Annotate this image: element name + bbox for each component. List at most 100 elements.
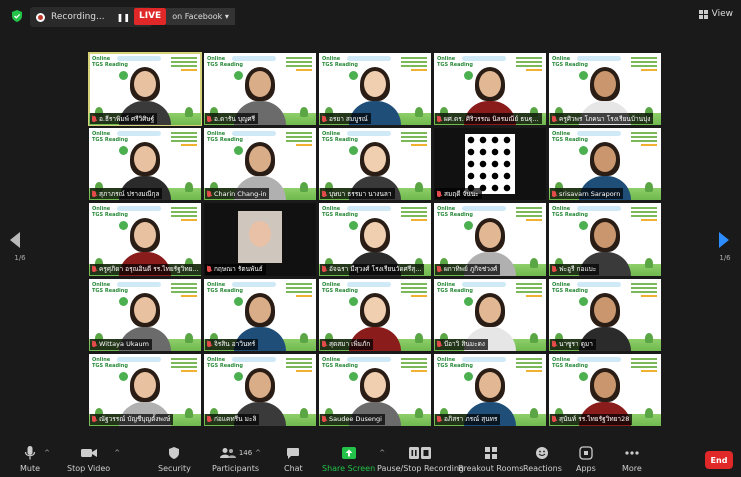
chat-label: Chat <box>284 464 303 473</box>
mute-button[interactable]: Mute ^ <box>20 445 50 473</box>
security-button[interactable]: Security <box>158 445 191 473</box>
virtual-background-text: Online TGS Reading <box>552 56 588 68</box>
page-indicator-left: 1/6 <box>14 254 26 262</box>
virtual-background-text: Online TGS Reading <box>207 131 243 144</box>
participant-tile[interactable]: Online TGS Reading สุภาภรณ์ ปรางมณีกุล <box>89 128 201 201</box>
share-screen-button[interactable]: Share Screen ^ <box>322 445 385 473</box>
participant-tile[interactable]: Online TGS Reading ก่อแคทรีน มะลิ <box>204 353 316 426</box>
live-target-dropdown[interactable]: on Facebook ▾ <box>166 8 235 25</box>
muted-mic-icon <box>552 115 556 122</box>
participant-name-label: อรยา สมบูรณ์ <box>320 113 371 125</box>
participant-tile[interactable]: Online TGS Reading สุนันท์ รร.ไทยรัฐวิทยา2… <box>549 353 661 426</box>
live-target-label: on Facebook <box>172 12 223 21</box>
background-tree <box>530 407 538 418</box>
participant-tile[interactable]: สมฤดี จันนะ <box>434 128 546 201</box>
apps-icon <box>579 446 593 460</box>
video-options-caret-icon[interactable]: ^ <box>114 449 120 457</box>
participants-button[interactable]: 146 Participants ^ <box>212 445 261 473</box>
participant-tile[interactable]: Online TGS Reading บีอาวิ สินมะดง <box>434 278 546 351</box>
arrow-left-icon <box>10 232 20 248</box>
end-meeting-button[interactable]: End <box>705 451 733 469</box>
virtual-background-text: Online TGS Reading <box>552 281 588 294</box>
participant-avatar <box>465 134 515 195</box>
participant-tile[interactable]: Online TGS Reading Wittaya Ukaum <box>89 278 201 351</box>
participant-tile[interactable]: Online TGS Reading ณัฐวรรณ์ บัญชีบุญตั้งพง… <box>89 353 201 426</box>
virtual-background-text: Online TGS Reading <box>322 56 358 68</box>
background-tree <box>415 107 423 118</box>
apps-button[interactable]: Apps <box>576 445 596 473</box>
shield-icon[interactable] <box>10 9 24 23</box>
chat-button[interactable]: Chat <box>284 445 303 473</box>
grid-view-icon <box>698 9 708 19</box>
participant-name-label: ณัฐวรรณ์ บัญชีบุญตั้งพงษ์ <box>90 413 174 425</box>
previous-page-button[interactable]: 1/6 <box>10 232 30 262</box>
participants-label: Participants <box>212 464 259 473</box>
muted-mic-icon <box>552 266 556 273</box>
background-graphic <box>171 132 197 154</box>
background-graphic <box>516 57 542 79</box>
stop-video-label: Stop Video <box>67 464 111 473</box>
pause-recording-button[interactable]: ❚❚ <box>117 13 130 22</box>
mute-options-caret-icon[interactable]: ^ <box>44 449 50 457</box>
background-graphic <box>286 357 312 380</box>
participant-tile[interactable]: Online TGS Reading ผศ.ดร. ศิริวรรณ นิลรมณี… <box>434 53 546 126</box>
stop-video-button[interactable]: Stop Video ^ <box>67 445 120 473</box>
smiley-icon <box>536 447 549 459</box>
muted-mic-icon <box>322 416 326 423</box>
virtual-background-text: Online TGS Reading <box>207 356 243 369</box>
participant-name-label: ฟะอูรี กอแบะ <box>550 263 600 275</box>
participant-name-label: สุภาภรณ์ ปรางมณีกุล <box>90 188 163 200</box>
live-stream-indicator[interactable]: LIVE on Facebook ▾ <box>134 8 235 25</box>
participant-tile[interactable]: Online TGS Reading ฟะอูรี กอแบะ <box>549 203 661 276</box>
participant-tile[interactable]: Online TGS Reading ครูศิวพร โภคนา โรงเรียน… <box>549 53 661 126</box>
participant-tile[interactable]: Online TGS Reading Charin Chang-in <box>204 128 316 201</box>
participant-name-label: ก่อแคทรีน มะลิ <box>205 413 260 425</box>
background-graphic <box>171 282 197 305</box>
live-badge: LIVE <box>134 8 167 25</box>
security-shield-icon <box>169 447 180 459</box>
participant-tile[interactable]: กฤษณา รัตนพันธ์ <box>204 203 316 276</box>
background-graphic <box>516 357 542 380</box>
video-camera-icon <box>80 449 97 457</box>
reactions-button[interactable]: Reactions <box>523 445 562 473</box>
participant-tile[interactable]: Online TGS Reading นาซูรา ดูมา <box>549 278 661 351</box>
participant-tile[interactable]: Online TGS Reading อรยา สมบูรณ์ <box>319 53 431 126</box>
more-dots-icon <box>625 451 639 455</box>
participant-tile[interactable]: Online TGS Reading ครูศุภิดา อรุณอินดี รร.… <box>89 203 201 276</box>
view-label: View <box>711 9 733 19</box>
background-tree <box>185 332 193 343</box>
participant-name-label: ครูศุภิดา อรุณอินดี รร.ไทยรัฐวิทย... <box>90 263 201 275</box>
participant-tile[interactable]: Online TGS Reading สุดสมา เพิ่มภัก <box>319 278 431 351</box>
participant-name-label: อัจฉรา มีสุวงศ์ โรงเรียนวัดศรีสุ... <box>320 263 425 275</box>
participant-tile[interactable]: Online TGS Reading จิรสิน อาวินทร์ <box>204 278 316 351</box>
participant-tile[interactable]: Online TGS Reading Saudee Dusengi <box>319 353 431 426</box>
pause-stop-recording-button[interactable]: Pause/Stop Recording <box>377 445 464 473</box>
participant-tile[interactable]: Online TGS Reading อ.ธีราพิมพ์ ศรีวิศิษฐ์ <box>88 51 202 127</box>
background-tree <box>300 407 308 418</box>
virtual-background-text: Online TGS Reading <box>207 56 243 68</box>
muted-mic-icon <box>437 341 441 348</box>
participant-photo <box>238 211 282 264</box>
virtual-background-text: Online TGS Reading <box>322 131 358 144</box>
background-graphic <box>516 282 542 305</box>
virtual-background-text: Online TGS Reading <box>322 356 358 369</box>
participant-tile[interactable]: Online TGS Reading อภิสรา ภรณ์ สุนทร <box>434 353 546 426</box>
participant-tile[interactable]: Online TGS Reading อ.ดารัน บุญศรี <box>204 53 316 126</box>
view-button[interactable]: View <box>698 9 733 19</box>
muted-mic-icon <box>437 266 441 273</box>
participant-name-label: ผกาทิพย์ ภูกิจช่วงศ์ <box>435 263 501 275</box>
virtual-background-text: Online TGS Reading <box>92 56 128 68</box>
next-page-button[interactable]: 1/6 <box>715 232 735 262</box>
background-tree <box>415 332 423 343</box>
gallery-view-grid: Online TGS Reading อ.ธีราพิมพ์ ศรีวิศิษฐ์ O… <box>88 51 661 426</box>
participants-caret-icon[interactable]: ^ <box>255 449 261 457</box>
more-button[interactable]: More <box>622 445 642 473</box>
participant-name-label: นาซูรา ดูมา <box>550 338 596 350</box>
participant-tile[interactable]: Online TGS Reading srisavarn Saraporn <box>549 128 661 201</box>
participant-tile[interactable]: Online TGS Reading บุษบา ธรรมา นางนลา <box>319 128 431 201</box>
breakout-rooms-button[interactable]: Breakout Rooms <box>458 445 523 473</box>
participant-tile[interactable]: Online TGS Reading อัจฉรา มีสุวงศ์ โรงเรีย… <box>319 203 431 276</box>
share-screen-icon <box>341 447 356 459</box>
participant-tile[interactable]: Online TGS Reading ผกาทิพย์ ภูกิจช่วงศ์ <box>434 203 546 276</box>
muted-mic-icon <box>322 341 326 348</box>
